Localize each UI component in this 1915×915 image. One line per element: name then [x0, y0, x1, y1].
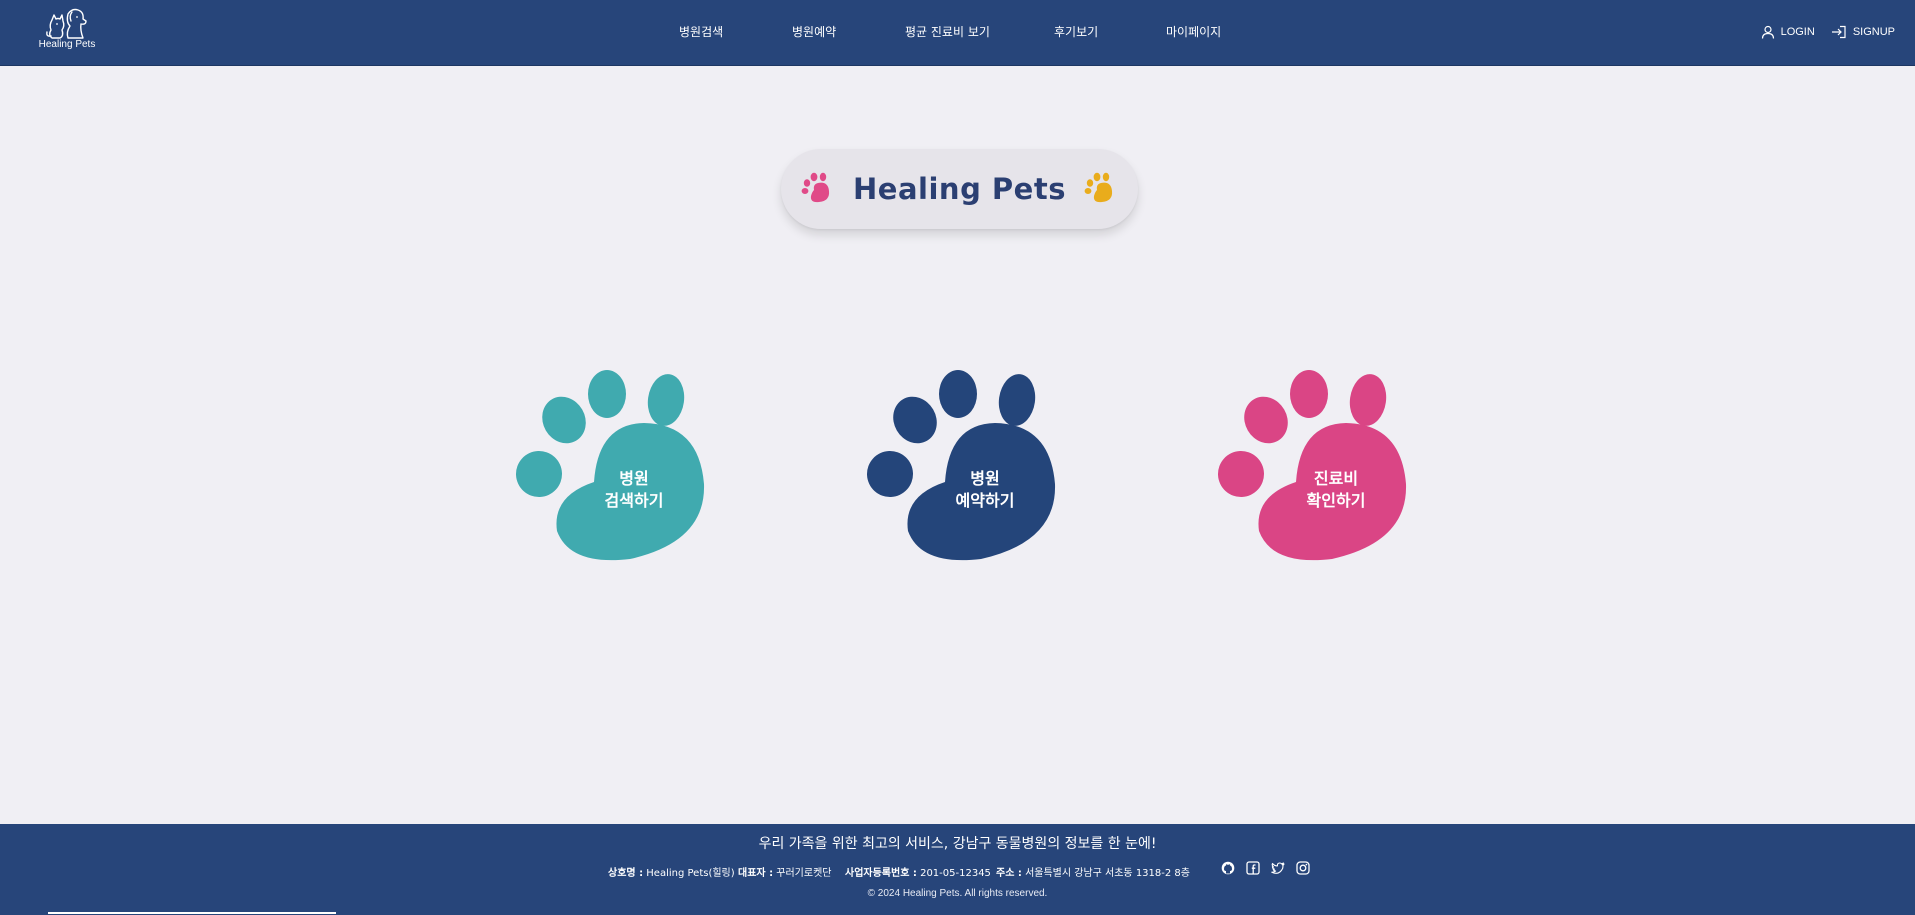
github-icon[interactable] [1221, 861, 1235, 875]
ceo-value: 꾸러기로켓단 [776, 868, 832, 879]
paw-button-hospital-booking[interactable]: 병원 예약하기 [863, 366, 1059, 562]
teal-paw-icon [516, 370, 705, 561]
paw-button-hospital-search[interactable]: 병원 검색하기 [512, 366, 708, 562]
company-value: Healing Pets(힐링) [646, 868, 735, 879]
signup-link[interactable]: SIGNUP [1831, 25, 1895, 39]
ceo-label: 대표자 : [738, 868, 774, 879]
hero-title: Healing Pets [853, 172, 1066, 206]
sign-in-icon [1831, 25, 1846, 39]
top-header: Healing Pets 병원검색 병원예약 평균 진료비 보기 후기보기 마이… [0, 0, 1915, 66]
company-label: 상호명 : [608, 868, 644, 879]
main-nav: 병원검색 병원예약 평균 진료비 보기 후기보기 마이페이지 [0, 23, 1915, 43]
footer-business-number: 사업자등록번호 : 201-05-12345 [845, 864, 991, 879]
pink-paw-icon [801, 172, 830, 203]
paw-button-cost-check[interactable]: 진료비 확인하기 [1214, 366, 1410, 562]
facebook-icon[interactable] [1246, 861, 1260, 875]
nav-hospital-booking[interactable]: 병원예약 [792, 23, 836, 40]
login-link[interactable]: LOGIN [1761, 25, 1815, 39]
address-label: 주소 : [996, 868, 1022, 879]
footer-address: 주소 : 서울특별시 강남구 서초동 1318-2 8층 [996, 864, 1190, 879]
login-label: LOGIN [1780, 26, 1815, 38]
pink-paw-button-icon [1218, 370, 1407, 561]
nav-reviews[interactable]: 후기보기 [1054, 23, 1098, 40]
yellow-paw-icon [1084, 172, 1113, 203]
social-links [1221, 861, 1310, 875]
navy-paw-icon [867, 370, 1056, 561]
paw-label-hospital-booking: 병원 예약하기 [955, 469, 1015, 510]
auth-links: LOGIN SIGNUP [1761, 22, 1895, 42]
user-icon [1761, 25, 1774, 39]
signup-label: SIGNUP [1852, 26, 1895, 38]
nav-mypage[interactable]: 마이페이지 [1166, 23, 1221, 40]
bizno-value: 201-05-12345 [920, 868, 991, 879]
copyright: © 2024 Healing Pets. All rights reserved… [867, 888, 1048, 899]
bizno-label: 사업자등록번호 : [845, 868, 917, 879]
nav-average-cost[interactable]: 평균 진료비 보기 [905, 23, 990, 40]
footer-company: 상호명 : Healing Pets(힐링) [608, 864, 735, 879]
footer-tagline: 우리 가족을 위한 최고의 서비스, 강남구 동물병원의 정보를 한 눈에! [758, 836, 1157, 852]
nav-hospital-search[interactable]: 병원검색 [679, 23, 723, 40]
twitter-icon[interactable] [1271, 861, 1285, 875]
paw-label-hospital-search: 병원 검색하기 [604, 469, 664, 510]
instagram-icon[interactable] [1296, 861, 1310, 875]
footer-ceo: 대표자 : 꾸러기로켓단 [738, 864, 831, 879]
paw-label-cost-check: 진료비 확인하기 [1306, 469, 1366, 510]
footer: 우리 가족을 위한 최고의 서비스, 강남구 동물병원의 정보를 한 눈에! 상… [0, 824, 1915, 915]
hero-title-pill: Healing Pets [781, 149, 1138, 229]
scroll-indicator [48, 912, 336, 914]
address-value: 서울특별시 강남구 서초동 1318-2 8층 [1025, 868, 1190, 879]
footer-business-info: 상호명 : Healing Pets(힐링) 대표자 : 꾸러기로켓단 사업자등… [0, 864, 1915, 880]
